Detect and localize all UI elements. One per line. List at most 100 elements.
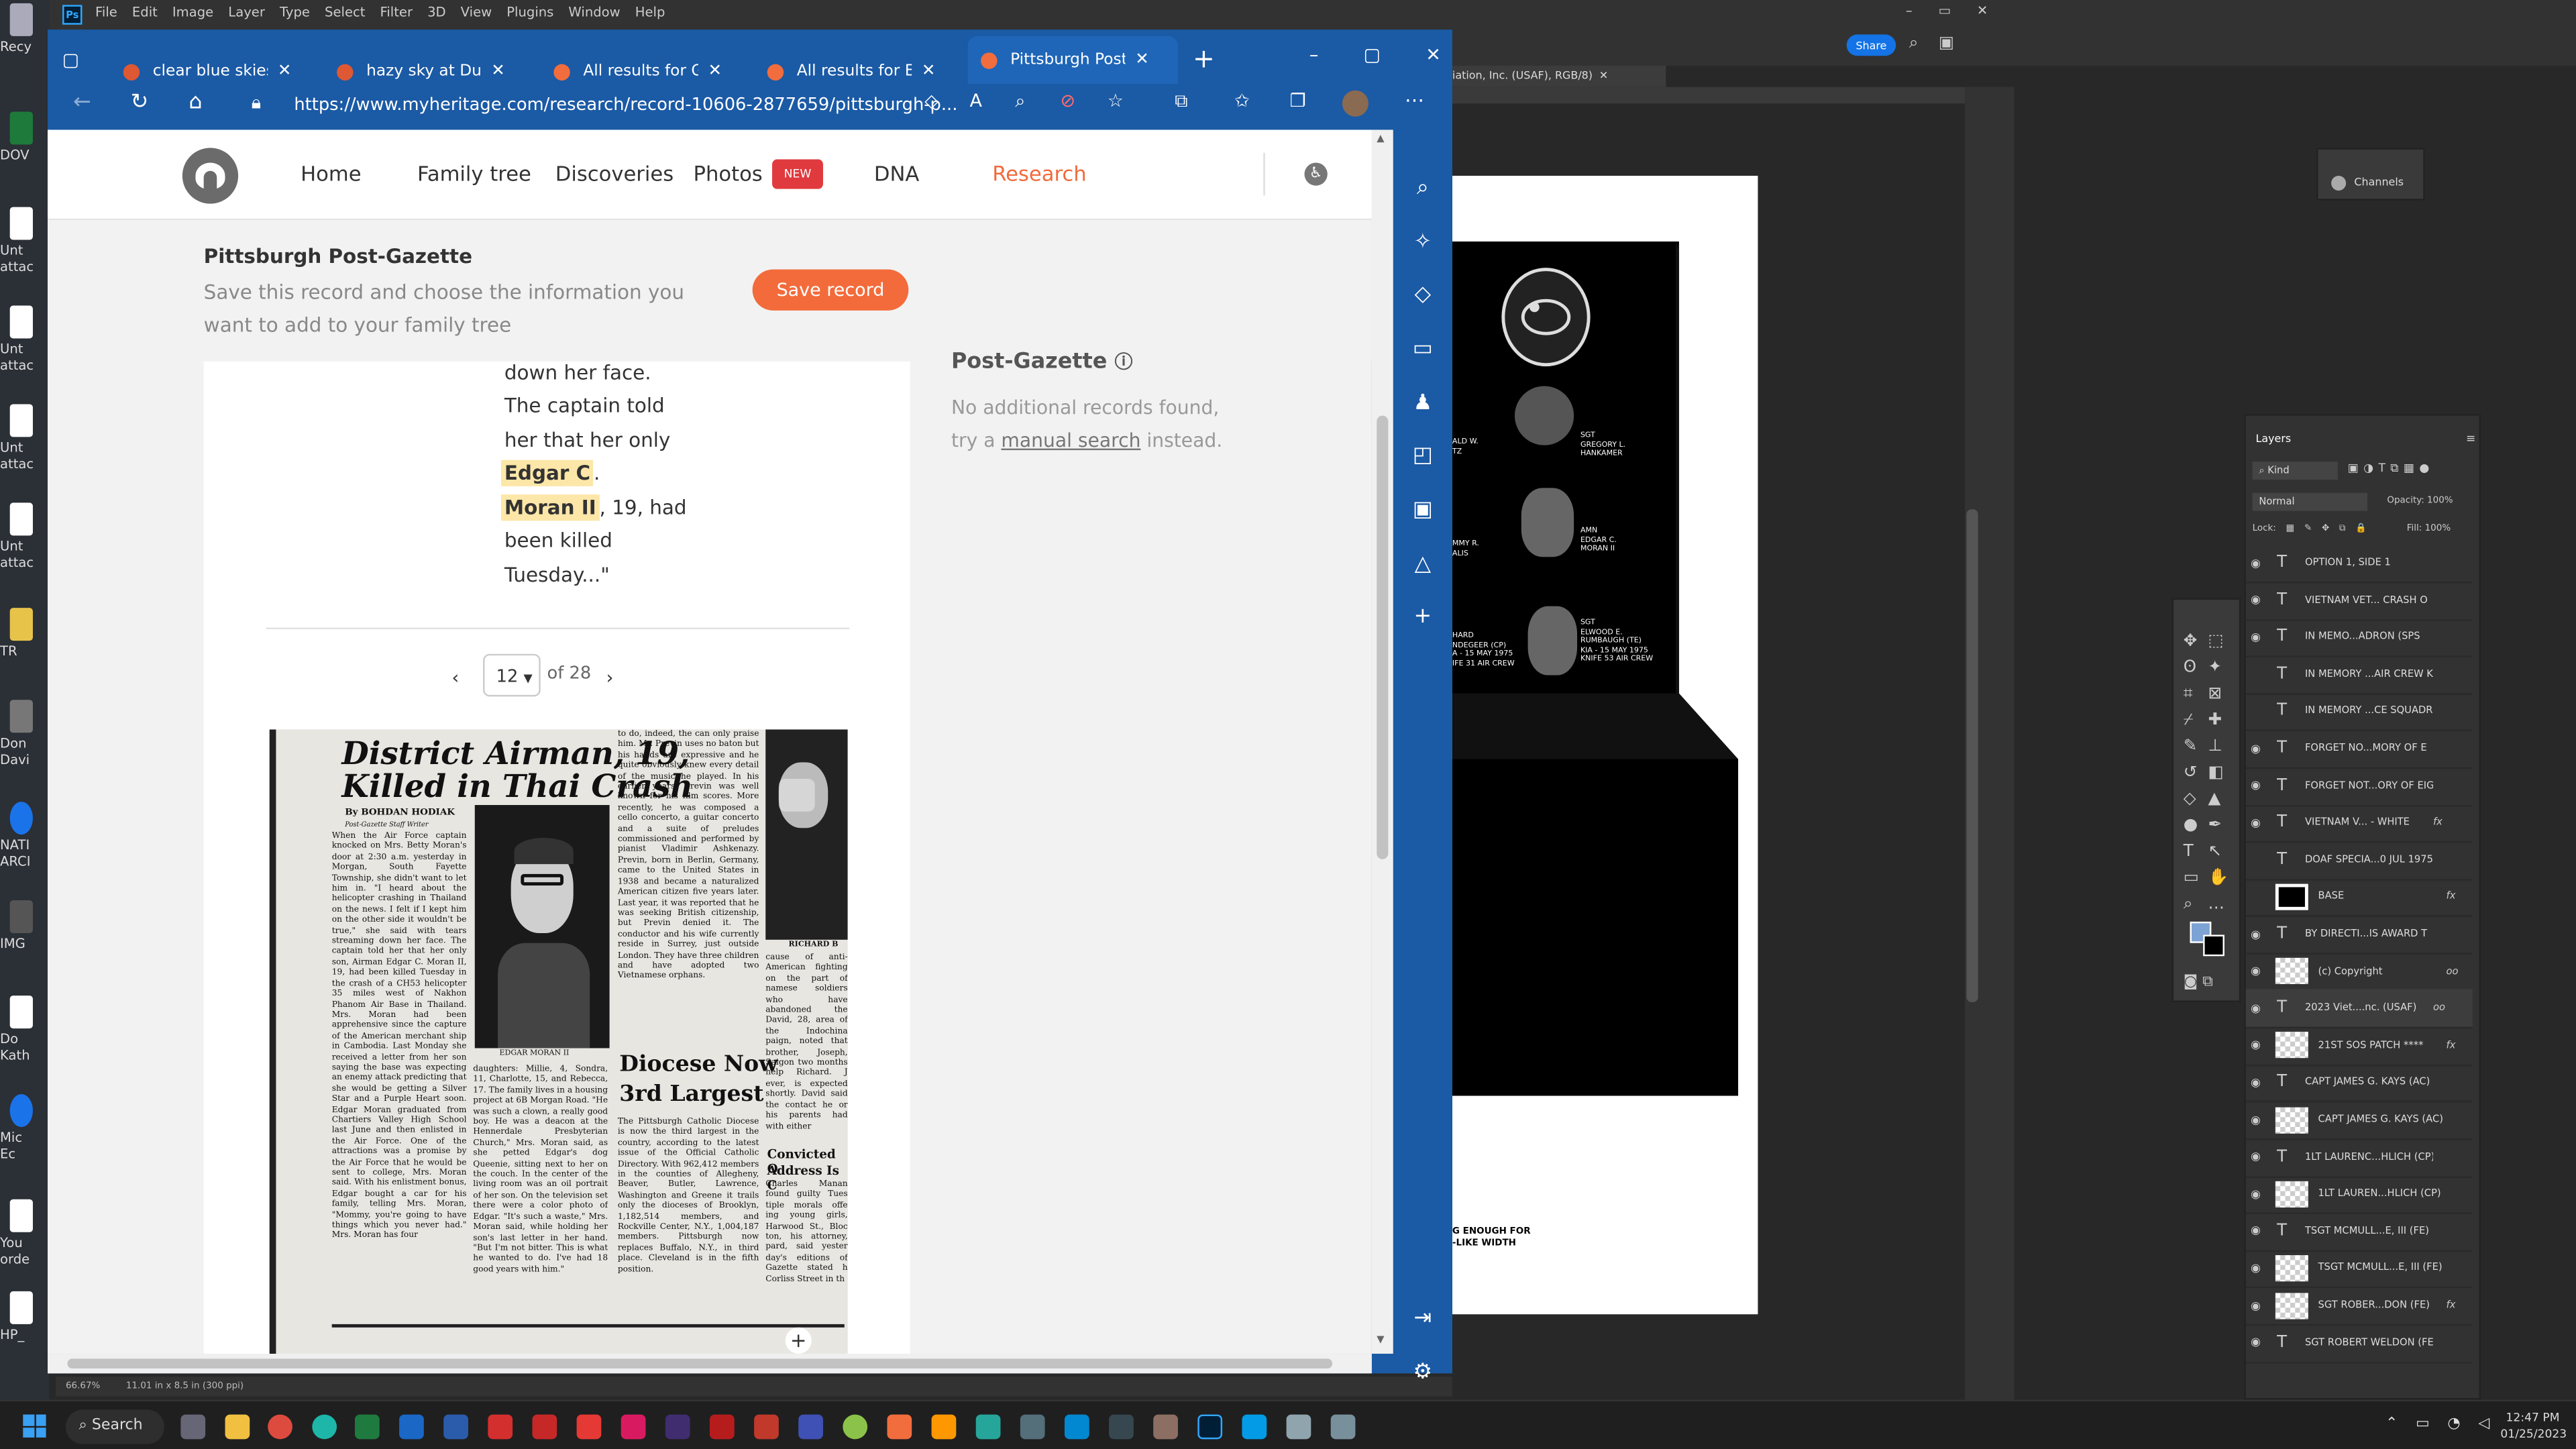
opacity-control[interactable]: Opacity: 100% (2387, 496, 2453, 506)
extensions-icon[interactable]: ⧉ (1165, 91, 1197, 113)
opacity-value[interactable]: 100% (2427, 496, 2453, 506)
browser-tab-4[interactable]: All results for Edgar ✕ (754, 52, 935, 90)
ps-menu-filter[interactable]: Filter (380, 5, 413, 19)
scroll-up-icon[interactable]: ▲ (1377, 133, 1384, 144)
ps-menu-view[interactable]: View (461, 5, 492, 19)
more-tools-icon[interactable]: … (2208, 892, 2233, 918)
layer-row[interactable]: ◉ T TSGT MCMULL...E, III (FE) (2245, 1212, 2473, 1252)
desktop-icon-3[interactable]: Unt attac (0, 305, 36, 375)
desktop-icon-11[interactable]: Mic Ec (0, 1094, 36, 1163)
stamp-tool-icon[interactable]: ⊥ (2208, 735, 2233, 761)
desktop-icon-9[interactable]: IMG (0, 900, 36, 953)
ps-close-icon[interactable]: ✕ (1977, 3, 1988, 18)
app-gear-icon[interactable] (621, 1414, 646, 1440)
brush-tool-icon[interactable]: ✎ (2184, 735, 2208, 761)
manual-search-link[interactable]: manual search (1001, 428, 1140, 451)
browser-tab-2[interactable]: hazy sky at DuckDu ✕ (323, 52, 505, 90)
nav-family-tree[interactable]: Family tree (417, 161, 531, 186)
layer-row[interactable]: ◉ CAPT JAMES G. KAYS (AC) (2245, 1101, 2473, 1140)
layers-filter-icons[interactable]: ▣◑T⧉▦● (2348, 462, 2434, 476)
app-orange-icon[interactable] (887, 1414, 912, 1440)
layer-fx-icon[interactable]: fx (2447, 1040, 2456, 1051)
page-scrollbar-thumb[interactable] (1377, 415, 1389, 859)
layer-row[interactable]: ◉ T CAPT JAMES G. KAYS (AC) (2245, 1063, 2473, 1104)
edge-close-icon[interactable]: ✕ (1426, 44, 1441, 66)
sidebar-office-icon[interactable]: ◰ (1400, 443, 1446, 468)
hand-tool-icon[interactable]: ✋ (2208, 866, 2233, 892)
sidebar-search-icon[interactable]: ⌕ (1400, 176, 1446, 201)
app-r-icon[interactable] (754, 1414, 779, 1440)
layer-visibility-eye-icon[interactable]: ◉ (2246, 1299, 2265, 1312)
eraser-tool-icon[interactable]: ◧ (2208, 761, 2233, 787)
layer-row[interactable]: T DOAF SPECIA...0 JUL 1975 (2245, 841, 2473, 881)
nav-home[interactable]: Home (301, 161, 361, 186)
layer-row[interactable]: ◉ T VIETNAM V... - WHITE fx (2245, 804, 2473, 843)
layer-row[interactable]: ◉ T BY DIRECTI...IS AWARD T (2245, 915, 2473, 955)
layer-row[interactable]: ◉ TSGT MCMULL...E, III (FE) (2245, 1249, 2473, 1289)
layer-row[interactable]: ◉ T VIETNAM VET... CRASH O (2245, 581, 2473, 621)
newspaper-image[interactable]: District Airman, 19, Killed in Thai Cras… (269, 729, 848, 1354)
ps-scrollbar-thumb[interactable] (1966, 509, 1978, 1002)
layer-row[interactable]: ◉ T OPTION 1, SIDE 1 (2245, 544, 2473, 584)
dodge-tool-icon[interactable]: ● (2184, 813, 2208, 839)
taskbar-clock[interactable]: 12:47 PM 01/25/2023 (2500, 1409, 2567, 1442)
browser-tab-5-active[interactable]: Pittsburgh Post-Ga ✕ (967, 36, 1178, 84)
desktop-icon-1[interactable]: DOV (0, 111, 36, 164)
calculator-icon[interactable] (798, 1414, 823, 1440)
myheritage-logo-icon[interactable] (182, 148, 239, 204)
app-brown-icon[interactable] (1153, 1414, 1178, 1440)
ps-menu-layer[interactable]: Layer (228, 5, 265, 19)
layer-visibility-eye-icon[interactable]: ◉ (2246, 1336, 2265, 1349)
ps-menu-image[interactable]: Image (172, 5, 213, 19)
nav-discoveries[interactable]: Discoveries (555, 161, 674, 186)
read-aloud-icon[interactable]: ◇ (915, 91, 948, 112)
sidebar-drop-icon[interactable]: △ (1400, 552, 1446, 577)
tab-close-icon[interactable]: ✕ (708, 62, 722, 80)
layer-visibility-eye-icon[interactable]: ◉ (2246, 927, 2265, 941)
app-green-icon[interactable] (843, 1414, 868, 1440)
desktop-icon-8[interactable]: NATI ARCI (0, 802, 36, 871)
layer-row[interactable]: ◉ T SGT ROBERT WELDON (FE) (2245, 1324, 2473, 1363)
layer-row[interactable]: ◉ (c) Copyright oo (2245, 952, 2473, 992)
immersive-reader-icon[interactable]: A (959, 91, 992, 112)
vlc-icon[interactable] (931, 1414, 957, 1440)
layer-visibility-eye-icon[interactable]: ◉ (2246, 816, 2265, 829)
save-record-button[interactable]: Save record (752, 269, 909, 311)
nav-dna[interactable]: DNA (874, 161, 919, 186)
layer-visibility-eye-icon[interactable]: ◉ (2246, 1038, 2265, 1052)
layer-visibility-eye-icon[interactable]: ◉ (2246, 631, 2265, 644)
ps-maximize-icon[interactable]: ▭ (1938, 3, 1951, 18)
layer-row[interactable]: ◉ T FORGET NOT...ORY OF EIG (2245, 767, 2473, 806)
ps-menu-file[interactable]: File (95, 5, 117, 19)
layer-visibility-eye-icon[interactable]: ◉ (2246, 1187, 2265, 1201)
layer-visibility-eye-icon[interactable]: ◉ (2246, 965, 2265, 978)
layer-row[interactable]: ◉ T 1LT LAURENC...HLICH (CP) (2245, 1138, 2473, 1177)
fill-value[interactable]: 100% (2425, 524, 2451, 534)
layer-row[interactable]: ◉ 21ST SOS PATCH **** fx (2245, 1026, 2473, 1066)
favorites-add-icon[interactable]: ☆ (1099, 91, 1132, 112)
tab-close-icon[interactable]: ✕ (1135, 51, 1149, 69)
ps-document-tab-close-icon[interactable]: ✕ (1599, 69, 1608, 83)
photoshop-taskbar-icon[interactable] (1197, 1414, 1223, 1440)
app-lightblue-icon[interactable] (1242, 1414, 1267, 1440)
taskbar-search[interactable]: ⌕ Search (65, 1409, 164, 1444)
tab-close-icon[interactable]: ✕ (922, 62, 936, 80)
file-explorer-icon[interactable] (225, 1414, 250, 1440)
back-icon[interactable]: ← (66, 91, 99, 115)
layer-fx-icon[interactable]: fx (2447, 1299, 2456, 1311)
dreamweaver-icon[interactable] (665, 1414, 690, 1440)
tab-close-icon[interactable]: ✕ (278, 62, 292, 80)
app-chart-icon[interactable] (1330, 1414, 1356, 1440)
layer-visibility-eye-icon[interactable]: ◉ (2246, 1150, 2265, 1164)
url-text[interactable]: https://www.myheritage.com/research/reco… (294, 95, 957, 115)
sidebar-outlook-icon[interactable]: ▣ (1400, 498, 1446, 523)
layer-fx-icon[interactable]: oo (2433, 1002, 2445, 1014)
layer-row[interactable]: ◉ 1LT LAUREN...HLICH (CP) (2245, 1175, 2473, 1215)
layer-visibility-eye-icon[interactable]: ◉ (2246, 1224, 2265, 1238)
layer-visibility-eye-icon[interactable]: ◉ (2246, 593, 2265, 606)
taskview-icon[interactable] (180, 1414, 206, 1440)
profile-avatar[interactable] (1342, 90, 1369, 117)
eyedropper-tool-icon[interactable]: ⌿ (2184, 708, 2208, 735)
desktop-icon-5[interactable]: Unt attac (0, 502, 36, 572)
sidebar-tools-icon[interactable]: ▭ (1400, 337, 1446, 362)
